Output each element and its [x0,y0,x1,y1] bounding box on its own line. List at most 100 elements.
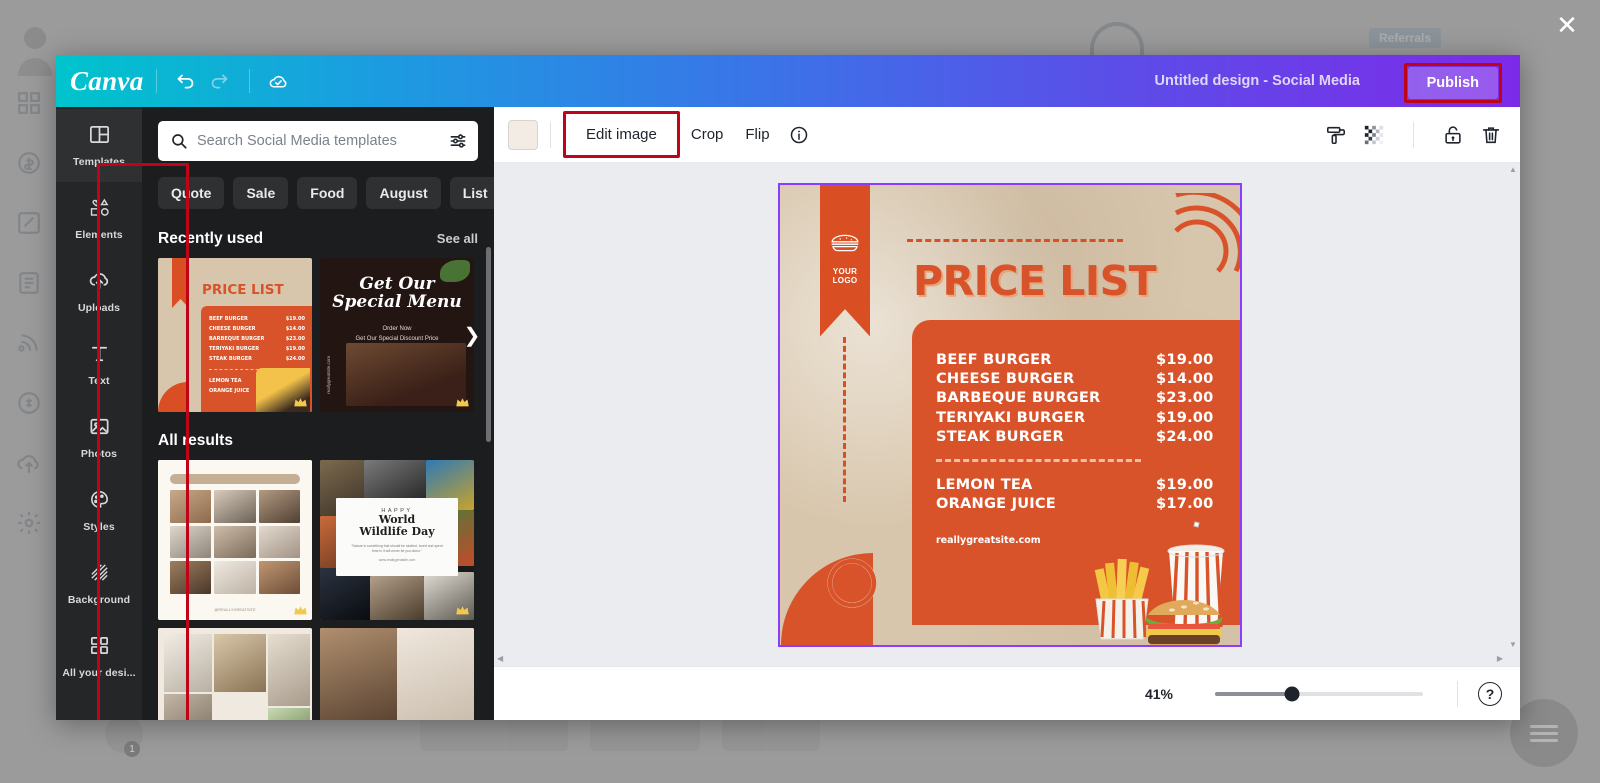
search-box[interactable] [158,121,478,161]
chevron-right-icon[interactable]: ❯ [458,315,486,355]
triangle-up-icon[interactable]: ▲ [1509,166,1517,174]
design-canvas[interactable]: YOUR LOGO PRICE LIST BEEF BURGER $19.00 C… [494,163,1520,666]
see-all-link[interactable]: See all [437,231,478,246]
background-notification-dot: 1 [124,741,140,757]
help-button[interactable]: ? [1478,681,1502,706]
menu-price: $19.00 [1156,408,1214,426]
business-art: 15 ONLINE BUSINESS [158,628,312,720]
toolbar-divider [155,69,157,93]
template-thumbnail-pet-moodboard[interactable]: @REALLYGREATSITE [158,460,312,620]
design-title-price-list: PRICE LIST [913,256,1157,305]
thumb-title-line2: Special Menu [332,291,462,312]
sidebar-label: Text [88,375,110,387]
design-website: reallygreatsite.com [936,534,1041,546]
special-menu-thumb-art: Get Our Special Menu Order Now Get Our S… [320,258,474,412]
arc-decoration [1168,189,1240,283]
thumb-caption: @REALLYGREATSITE [214,607,256,612]
sidebar-item-background[interactable]: Background [56,547,142,620]
edit-image-highlight: Edit image [563,111,680,158]
thumb-photo [346,343,466,406]
thumb-item: STEAK BURGER [209,356,253,362]
thumb-searchbar [170,474,300,484]
canvas-horizontal-scrollbar[interactable]: ◀ ▶ [494,652,1506,666]
fashion-art [320,628,474,720]
sidebar-item-text[interactable]: Text [56,328,142,401]
undo-icon[interactable] [169,64,203,98]
chip-list[interactable]: List [449,177,494,209]
template-thumbnail-special-menu[interactable]: Get Our Special Menu Order Now Get Our S… [320,258,474,412]
sidebar-item-uploads[interactable]: Uploads [56,255,142,328]
zoom-slider[interactable] [1215,686,1423,701]
thumb-subtitle: Order Now Get Our Special Discount Price [320,324,474,344]
menu-price: $24.00 [1156,428,1214,446]
ribbon [172,258,189,308]
color-swatch-button[interactable] [508,119,538,150]
panel-collapse-handle[interactable]: ❮ [491,399,494,461]
burger-logo-icon [829,233,861,259]
template-thumbnail-world-wildlife-day[interactable]: HAPPY World Wildlife Day "Nature is some… [320,460,474,620]
sidebar-item-photos[interactable]: Photos [56,401,142,474]
zoom-slider-knob[interactable] [1284,686,1300,701]
template-thumbnail-online-business[interactable]: 15 ONLINE BUSINESS [158,628,312,720]
menu-row: TERIYAKI BURGER $19.00 [936,408,1228,427]
all-results-header: All results [142,412,494,460]
canvas-vertical-scrollbar[interactable]: ▲ ▼ [1506,163,1520,652]
your-logo-text: YOUR LOGO [820,267,870,285]
pet-moodboard-art: @REALLYGREATSITE [158,460,312,620]
pro-crown-icon [294,606,307,615]
thumb-price: $19.00 [285,316,305,322]
redo-icon[interactable] [203,64,237,98]
thumb-price: $24.00 [285,356,305,362]
publish-button[interactable]: Publish [1407,67,1498,99]
menu-price: $23.00 [1156,389,1214,407]
chip-food[interactable]: Food [297,177,358,209]
transparency-icon[interactable] [1363,124,1385,146]
triangle-down-icon[interactable]: ▼ [1509,641,1517,649]
triangle-left-icon[interactable]: ◀ [497,655,503,663]
templates-panel: Quote Sale Food August List ❯ Recently u… [142,107,494,720]
toolbar-divider [550,121,551,148]
menu-row: STEAK BURGER $24.00 [936,427,1228,446]
sidebar-item-elements[interactable]: Elements [56,182,142,255]
text-icon [88,342,111,370]
thumb-title: PRICE LIST [202,282,284,298]
sidebar-item-templates[interactable]: Templates [56,109,142,182]
chip-august[interactable]: August [366,177,441,209]
menu-item: BEEF BURGER [936,350,1052,368]
template-thumbnail-price-list[interactable]: PRICE LIST BEEF BURGER $19.00 CHEESE BURG… [158,258,312,412]
pro-crown-icon [294,398,307,407]
filter-sliders-icon[interactable] [448,131,468,151]
menu-price: $14.00 [1156,369,1214,387]
thumb-item: BARBEQUE BURGER [209,336,265,342]
template-thumbnail-fashion-moodboard[interactable] [320,628,474,720]
sidebar-item-all-your-designs[interactable]: All your desi... [56,620,142,693]
apps-icon [16,90,42,116]
close-icon[interactable]: ✕ [1552,10,1582,40]
lock-icon[interactable] [1442,124,1464,146]
sidebar-item-styles[interactable]: Styles [56,474,142,547]
thumb-price: $19.00 [285,346,305,352]
thumb-item: ORANGE JUICE [209,388,250,394]
all-results-row-1: @REALLYGREATSITE HAPPY World Wildlife Da… [142,460,494,620]
paint-roller-icon[interactable] [1325,124,1347,146]
trash-icon[interactable] [1480,124,1502,146]
edit-image-button[interactable]: Edit image [575,119,668,150]
chip-sale[interactable]: Sale [233,177,289,209]
crop-button[interactable]: Crop [680,119,735,150]
menu-row: LEMON TEA $19.00 [936,475,1228,494]
info-icon[interactable] [789,125,809,145]
background-chat-button [1510,699,1578,767]
canva-logo[interactable]: Canva [56,66,144,97]
triangle-right-icon[interactable]: ▶ [1497,655,1503,663]
search-input[interactable] [197,133,439,149]
price-list-design[interactable]: YOUR LOGO PRICE LIST BEEF BURGER $19.00 C… [778,182,1242,647]
chip-quote[interactable]: Quote [158,177,225,209]
background-icon [88,561,111,589]
quarter-circle [158,382,188,412]
flip-button[interactable]: Flip [734,119,780,150]
menu-row: CHEESE BURGER $14.00 [936,369,1228,388]
design-title[interactable]: Untitled design - Social Media [1155,55,1360,107]
sidebar-label: Templates [72,156,126,168]
background-referrals-pill: Referrals [1369,28,1442,48]
cloud-saved-icon[interactable] [262,64,296,98]
